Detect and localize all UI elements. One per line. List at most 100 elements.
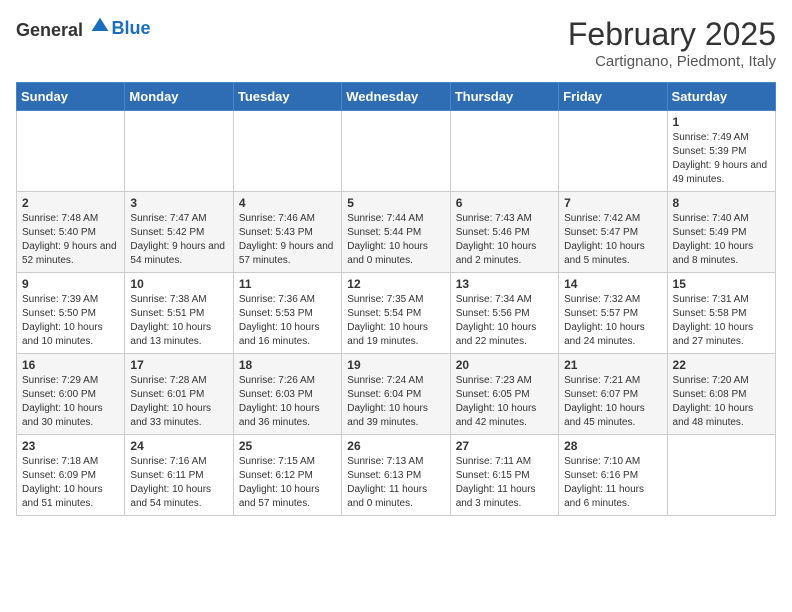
week-row-3: 9 Sunrise: 7:39 AM Sunset: 5:50 PM Daylig… (17, 273, 776, 354)
calendar-cell: 17 Sunrise: 7:28 AM Sunset: 6:01 PM Dayli… (125, 354, 233, 435)
day-info: Sunrise: 7:49 AM Sunset: 5:39 PM Dayligh… (673, 131, 770, 187)
day-info: Sunrise: 7:46 AM Sunset: 5:43 PM Dayligh… (239, 212, 336, 268)
day-info: Sunrise: 7:11 AM Sunset: 6:15 PM Dayligh… (456, 455, 553, 511)
calendar-cell: 1 Sunrise: 7:49 AM Sunset: 5:39 PM Daylig… (667, 111, 775, 192)
day-number: 5 (347, 196, 444, 210)
calendar-cell (233, 111, 341, 192)
calendar-cell: 13 Sunrise: 7:34 AM Sunset: 5:56 PM Dayli… (450, 273, 558, 354)
day-number: 3 (130, 196, 227, 210)
day-number: 27 (456, 439, 553, 453)
calendar-cell: 14 Sunrise: 7:32 AM Sunset: 5:57 PM Dayli… (559, 273, 667, 354)
calendar-cell (559, 111, 667, 192)
day-info: Sunrise: 7:26 AM Sunset: 6:03 PM Dayligh… (239, 374, 336, 430)
day-number: 13 (456, 277, 553, 291)
title-area: February 2025 Cartignano, Piedmont, Ital… (568, 16, 776, 70)
week-row-4: 16 Sunrise: 7:29 AM Sunset: 6:00 PM Dayli… (17, 354, 776, 435)
location-title: Cartignano, Piedmont, Italy (568, 53, 776, 70)
calendar-cell: 8 Sunrise: 7:40 AM Sunset: 5:49 PM Daylig… (667, 192, 775, 273)
calendar-cell: 15 Sunrise: 7:31 AM Sunset: 5:58 PM Dayli… (667, 273, 775, 354)
day-info: Sunrise: 7:31 AM Sunset: 5:58 PM Dayligh… (673, 293, 770, 349)
day-info: Sunrise: 7:44 AM Sunset: 5:44 PM Dayligh… (347, 212, 444, 268)
calendar-cell: 10Sunrise: 7:38 AM Sunset: 5:51 PM Dayli… (125, 273, 233, 354)
calendar-cell: 24Sunrise: 7:16 AM Sunset: 6:11 PM Dayli… (125, 435, 233, 516)
logo-general-text: General (16, 20, 83, 40)
day-number: 22 (673, 358, 770, 372)
calendar-cell: 25Sunrise: 7:15 AM Sunset: 6:12 PM Dayli… (233, 435, 341, 516)
day-number: 24 (130, 439, 227, 453)
logo-icon (90, 16, 110, 36)
weekday-header-saturday: Saturday (667, 83, 775, 111)
day-number: 16 (22, 358, 119, 372)
calendar-cell: 6Sunrise: 7:43 AM Sunset: 5:46 PM Daylig… (450, 192, 558, 273)
calendar-cell: 18 Sunrise: 7:26 AM Sunset: 6:03 PM Dayli… (233, 354, 341, 435)
calendar-cell: 9 Sunrise: 7:39 AM Sunset: 5:50 PM Daylig… (17, 273, 125, 354)
weekday-header-friday: Friday (559, 83, 667, 111)
day-info: Sunrise: 7:32 AM Sunset: 5:57 PM Dayligh… (564, 293, 661, 349)
calendar-cell: 5 Sunrise: 7:44 AM Sunset: 5:44 PM Daylig… (342, 192, 450, 273)
day-number: 8 (673, 196, 770, 210)
calendar-cell: 12 Sunrise: 7:35 AM Sunset: 5:54 PM Dayli… (342, 273, 450, 354)
logo-blue-text: Blue (112, 18, 151, 38)
calendar-cell (17, 111, 125, 192)
day-number: 9 (22, 277, 119, 291)
month-title: February 2025 (568, 16, 776, 53)
day-number: 12 (347, 277, 444, 291)
calendar-cell: 26Sunrise: 7:13 AM Sunset: 6:13 PM Dayli… (342, 435, 450, 516)
day-number: 23 (22, 439, 119, 453)
day-info: Sunrise: 7:39 AM Sunset: 5:50 PM Dayligh… (22, 293, 119, 349)
calendar-cell (450, 111, 558, 192)
day-number: 17 (130, 358, 227, 372)
day-number: 21 (564, 358, 661, 372)
day-number: 1 (673, 115, 770, 129)
calendar-cell: 22 Sunrise: 7:20 AM Sunset: 6:08 PM Dayli… (667, 354, 775, 435)
calendar-cell: 16 Sunrise: 7:29 AM Sunset: 6:00 PM Dayli… (17, 354, 125, 435)
calendar-cell: 11 Sunrise: 7:36 AM Sunset: 5:53 PM Dayli… (233, 273, 341, 354)
weekday-header-thursday: Thursday (450, 83, 558, 111)
day-info: Sunrise: 7:24 AM Sunset: 6:04 PM Dayligh… (347, 374, 444, 430)
day-number: 18 (239, 358, 336, 372)
weekday-header-tuesday: Tuesday (233, 83, 341, 111)
weekday-header-wednesday: Wednesday (342, 83, 450, 111)
week-row-1: 1 Sunrise: 7:49 AM Sunset: 5:39 PM Daylig… (17, 111, 776, 192)
calendar-cell: 3 Sunrise: 7:47 AM Sunset: 5:42 PM Daylig… (125, 192, 233, 273)
day-info: Sunrise: 7:23 AM Sunset: 6:05 PM Dayligh… (456, 374, 553, 430)
day-number: 14 (564, 277, 661, 291)
day-info: Sunrise: 7:43 AM Sunset: 5:46 PM Dayligh… (456, 212, 553, 268)
calendar-cell: 27 Sunrise: 7:11 AM Sunset: 6:15 PM Dayli… (450, 435, 558, 516)
calendar-cell: 28Sunrise: 7:10 AM Sunset: 6:16 PM Dayli… (559, 435, 667, 516)
day-number: 7 (564, 196, 661, 210)
calendar-cell: 19 Sunrise: 7:24 AM Sunset: 6:04 PM Dayli… (342, 354, 450, 435)
day-info: Sunrise: 7:29 AM Sunset: 6:00 PM Dayligh… (22, 374, 119, 430)
day-info: Sunrise: 7:42 AM Sunset: 5:47 PM Dayligh… (564, 212, 661, 268)
calendar-cell (667, 435, 775, 516)
day-info: Sunrise: 7:13 AM Sunset: 6:13 PM Dayligh… (347, 455, 444, 511)
day-number: 15 (673, 277, 770, 291)
day-info: Sunrise: 7:48 AM Sunset: 5:40 PM Dayligh… (22, 212, 119, 268)
day-info: Sunrise: 7:28 AM Sunset: 6:01 PM Dayligh… (130, 374, 227, 430)
day-number: 4 (239, 196, 336, 210)
day-info: Sunrise: 7:34 AM Sunset: 5:56 PM Dayligh… (456, 293, 553, 349)
day-number: 20 (456, 358, 553, 372)
day-info: Sunrise: 7:38 AM Sunset: 5:51 PM Dayligh… (130, 293, 227, 349)
header: General Blue February 2025 Cartignano, P… (16, 16, 776, 70)
day-info: Sunrise: 7:36 AM Sunset: 5:53 PM Dayligh… (239, 293, 336, 349)
calendar-cell (342, 111, 450, 192)
day-number: 19 (347, 358, 444, 372)
day-info: Sunrise: 7:21 AM Sunset: 6:07 PM Dayligh… (564, 374, 661, 430)
day-info: Sunrise: 7:35 AM Sunset: 5:54 PM Dayligh… (347, 293, 444, 349)
day-info: Sunrise: 7:47 AM Sunset: 5:42 PM Dayligh… (130, 212, 227, 268)
week-row-5: 23 Sunrise: 7:18 AM Sunset: 6:09 PM Dayli… (17, 435, 776, 516)
calendar: SundayMondayTuesdayWednesdayThursdayFrid… (16, 82, 776, 516)
day-number: 25 (239, 439, 336, 453)
day-info: Sunrise: 7:18 AM Sunset: 6:09 PM Dayligh… (22, 455, 119, 511)
weekday-header-sunday: Sunday (17, 83, 125, 111)
calendar-cell: 20 Sunrise: 7:23 AM Sunset: 6:05 PM Dayli… (450, 354, 558, 435)
day-number: 2 (22, 196, 119, 210)
calendar-cell: 7 Sunrise: 7:42 AM Sunset: 5:47 PM Daylig… (559, 192, 667, 273)
day-info: Sunrise: 7:20 AM Sunset: 6:08 PM Dayligh… (673, 374, 770, 430)
calendar-cell: 21 Sunrise: 7:21 AM Sunset: 6:07 PM Dayli… (559, 354, 667, 435)
weekday-header-row: SundayMondayTuesdayWednesdayThursdayFrid… (17, 83, 776, 111)
day-number: 11 (239, 277, 336, 291)
calendar-cell (125, 111, 233, 192)
day-info: Sunrise: 7:40 AM Sunset: 5:49 PM Dayligh… (673, 212, 770, 268)
